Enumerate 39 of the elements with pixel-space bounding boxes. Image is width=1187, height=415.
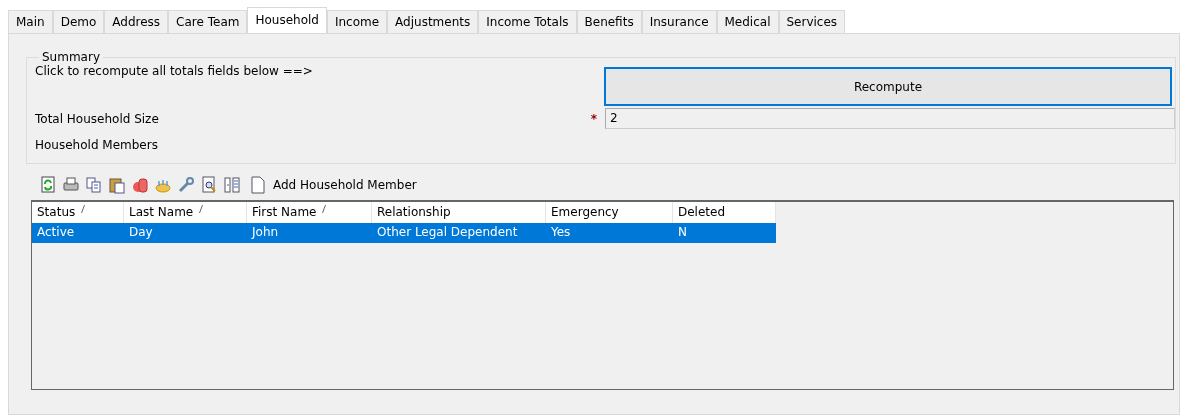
field-label: Total Household Size [35, 111, 160, 126]
table-cell-text: Yes [550, 224, 572, 241]
columns-icon[interactable] [223, 176, 241, 194]
table-cell-text: Other Legal Dependent [376, 224, 519, 241]
tab[interactable]: Main [8, 10, 53, 33]
tab[interactable]: Services [778, 10, 846, 33]
paste-icon[interactable] [108, 176, 126, 194]
tab[interactable]: Medical [716, 10, 779, 33]
recompute-hint: Click to recompute all totals fields below ==> [35, 64, 313, 78]
print-icon[interactable] [62, 176, 80, 194]
group-title: Summary [41, 50, 101, 64]
sort-icon [81, 205, 86, 213]
table-cell-text: Active [36, 224, 76, 241]
sort-icon [322, 205, 327, 213]
tab[interactable]: Benefits [576, 10, 642, 33]
required-mark: * [590, 111, 597, 126]
document-icon [249, 175, 267, 195]
total-household-size-field[interactable]: 2 [605, 108, 1175, 129]
table-row[interactable]: Active Day John Other Legal Dependent Yes N [32, 223, 776, 243]
sort-icon [199, 205, 204, 213]
tab[interactable]: Demo [52, 10, 105, 33]
tab[interactable]: Income Totals [478, 10, 577, 33]
tab[interactable]: Household [247, 7, 327, 33]
table-cell-text: N [677, 224, 688, 241]
copy-icon[interactable] [85, 176, 103, 194]
tab[interactable]: Address [104, 10, 169, 33]
refresh-icon[interactable] [39, 176, 57, 194]
preview-icon[interactable] [200, 176, 218, 194]
tab[interactable]: Income [326, 10, 388, 33]
delete-icon[interactable] [131, 176, 149, 194]
recompute-button[interactable]: Recompute [604, 67, 1172, 106]
tab[interactable]: Adjustments [387, 10, 479, 33]
add-household-member-button[interactable]: Add Household Member [249, 175, 417, 195]
tab[interactable]: Care Team [168, 10, 248, 33]
section-label: Household Members [35, 138, 159, 152]
table-cell-text: John [250, 224, 280, 241]
table-cell-text: Day [128, 224, 154, 241]
tab[interactable]: Insurance [641, 10, 717, 33]
wrench-icon[interactable] [177, 176, 195, 194]
